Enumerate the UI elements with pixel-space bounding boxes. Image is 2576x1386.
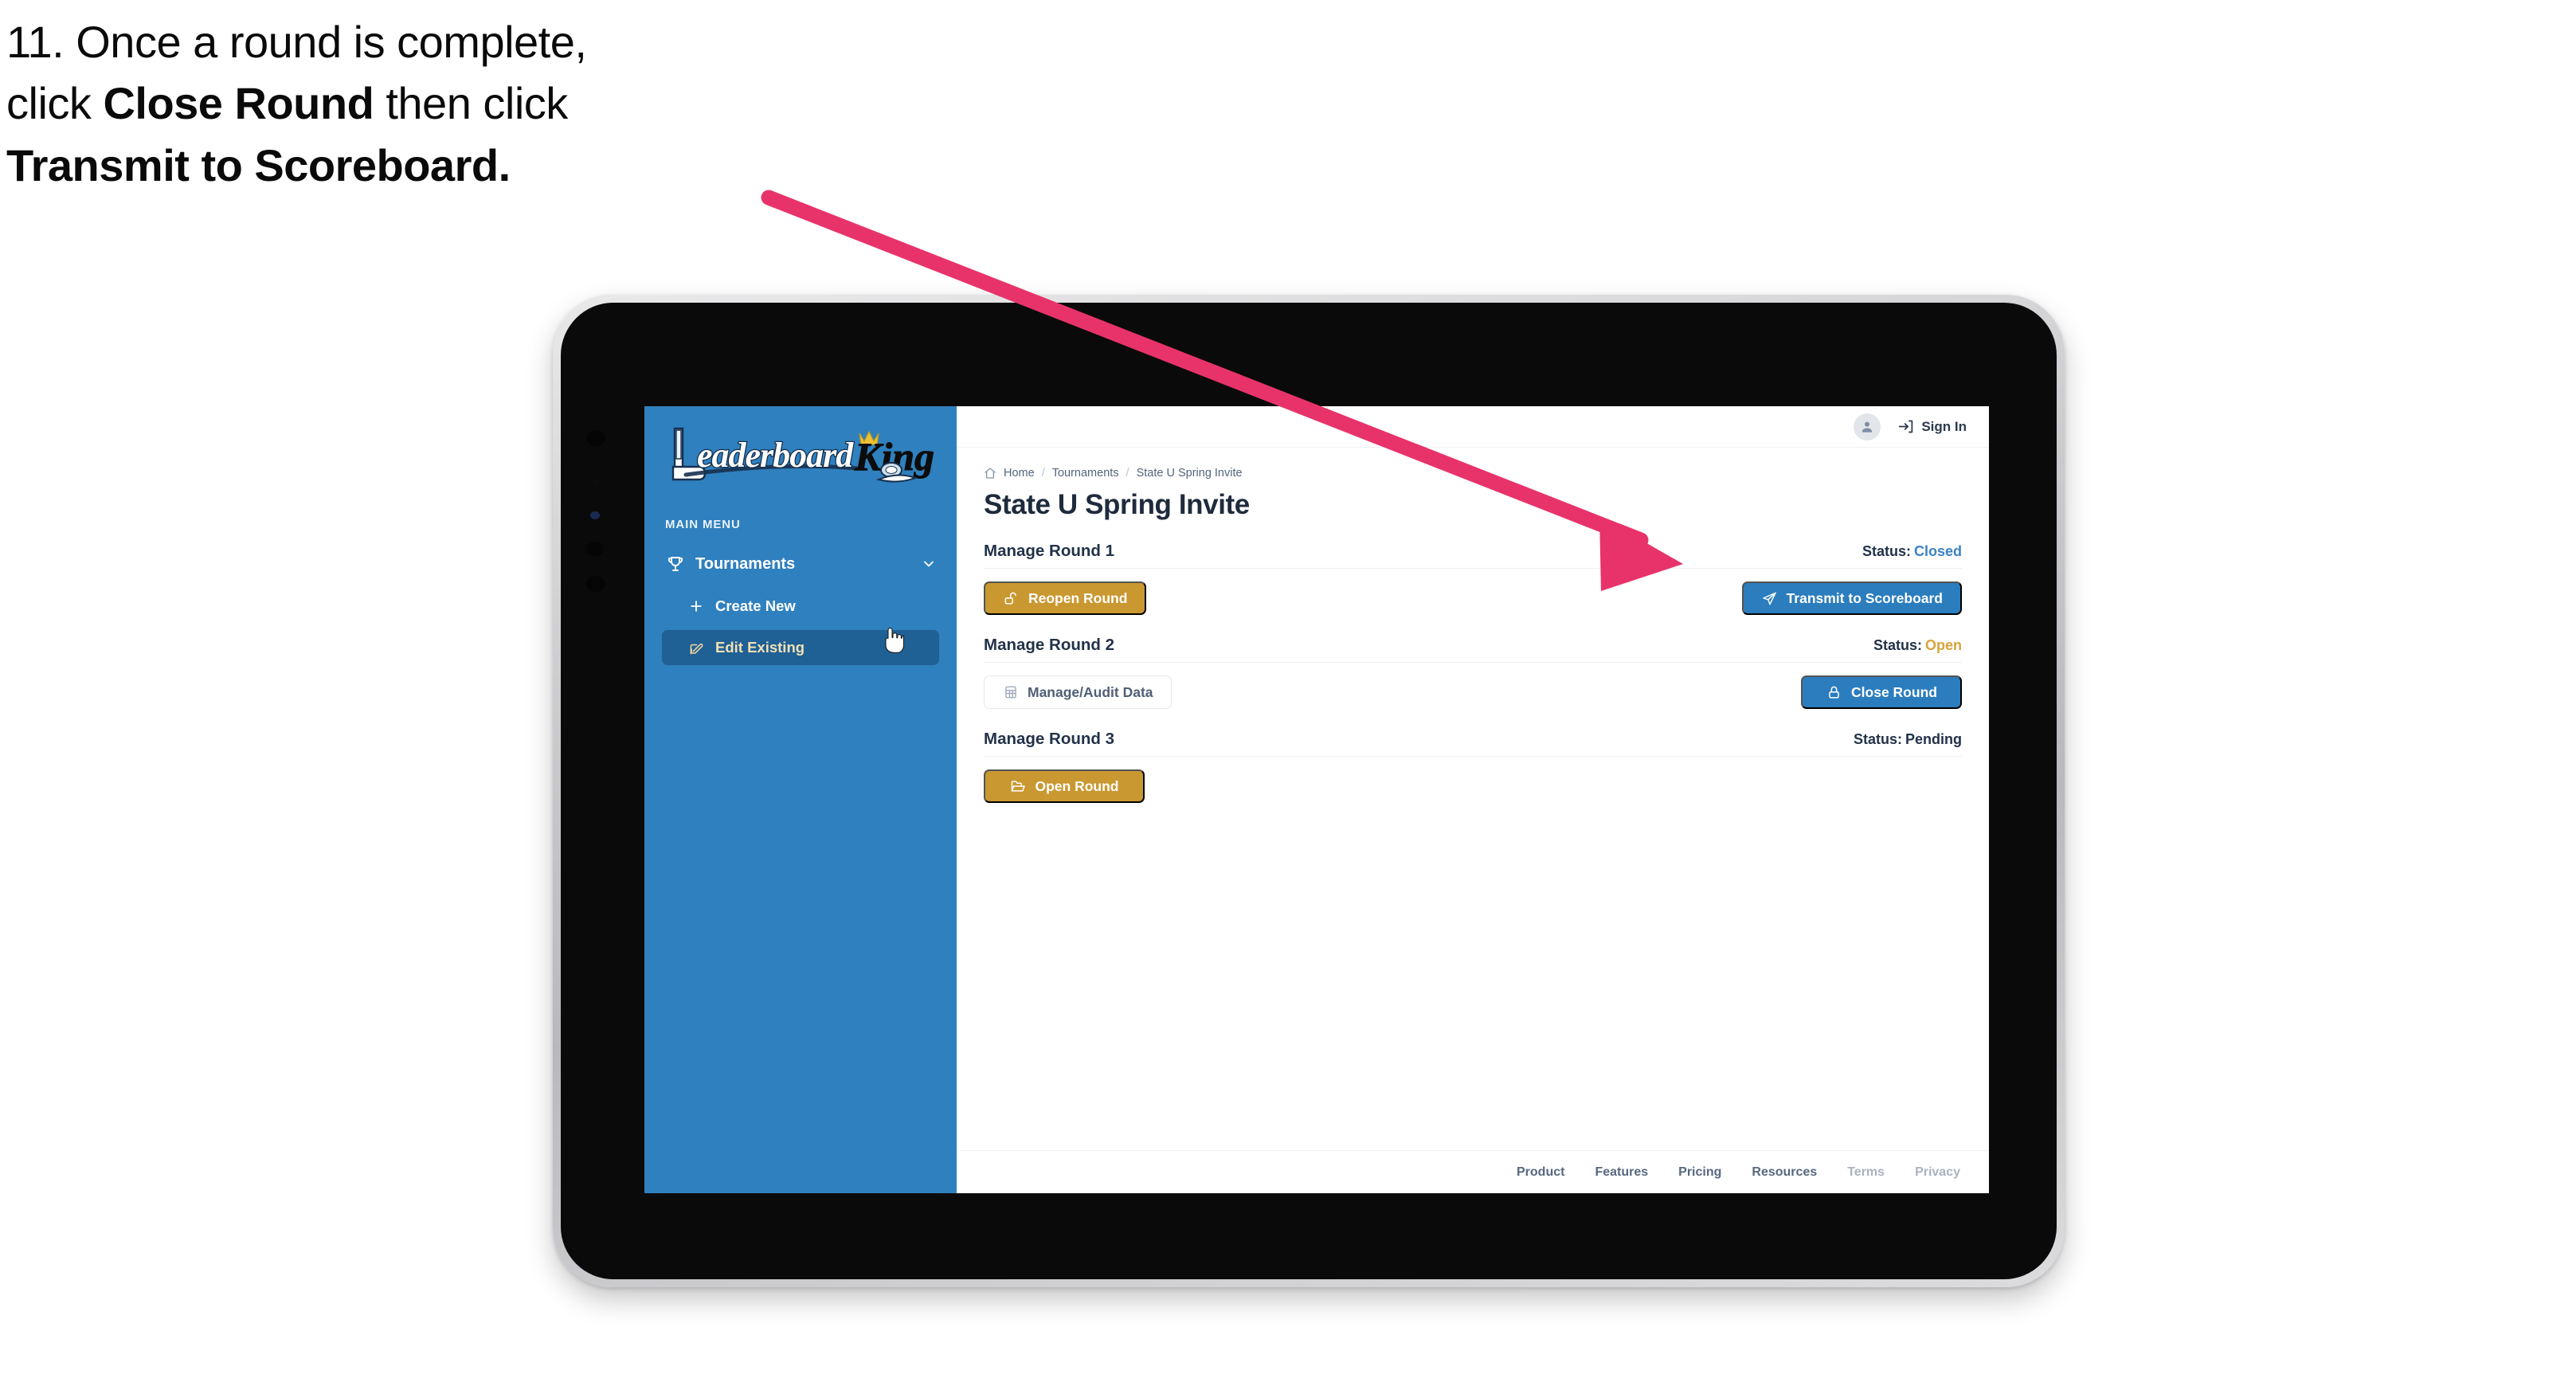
round-header: Manage Round 2 Status: Open	[984, 636, 1962, 663]
app-logo[interactable]: eaderboard King	[644, 406, 957, 507]
user-avatar-icon[interactable]	[1854, 413, 1881, 440]
button-label: Close Round	[1851, 683, 1937, 700]
instruction-caption: 11. Once a round is complete, click Clos…	[6, 11, 851, 196]
status-badge: Closed	[1913, 543, 1962, 559]
mouse-hand-cursor	[883, 627, 905, 653]
sidebar-item-label: Edit Existing	[715, 639, 805, 656]
caption-line-2: click Close Round then click	[6, 78, 568, 129]
round-status: Status: Open	[1873, 637, 1962, 654]
sidebar-item-create-new[interactable]: Create New	[662, 589, 939, 624]
footer-link-features[interactable]: Features	[1595, 1165, 1648, 1180]
sidebar-nav-group: Tournaments Create New Edit Existing	[644, 546, 957, 665]
open-round-button[interactable]: Open Round	[984, 769, 1145, 803]
transmit-to-scoreboard-button[interactable]: Transmit to Scoreboard	[1741, 581, 1962, 615]
round-status: Status: Closed	[1862, 543, 1962, 560]
status-label: Status:	[1853, 731, 1902, 747]
bezel-sensor-dot	[593, 480, 598, 485]
tablet-device-frame: eaderboard King MAIN MENU Tournaments Cr…	[553, 295, 2065, 1287]
status-label: Status:	[1873, 637, 1922, 653]
leaderboardking-logo-icon: eaderboard King	[659, 422, 936, 491]
footer-link-product[interactable]: Product	[1517, 1165, 1564, 1180]
button-label: Reopen Round	[1028, 589, 1128, 606]
bezel-sensor-dot	[586, 430, 605, 446]
bezel-sensor-dot	[586, 576, 605, 592]
unlock-icon	[1003, 590, 1020, 607]
page-title: State U Spring Invite	[984, 489, 1250, 520]
breadcrumb-item-home[interactable]: Home	[1004, 467, 1035, 480]
button-label: Manage/Audit Data	[1028, 683, 1153, 700]
bezel-sensor-dot	[586, 542, 604, 556]
caption-bold-transmit: Transmit to Scoreboard.	[6, 139, 511, 190]
sidebar-item-label: Create New	[715, 597, 796, 614]
breadcrumb-separator: /	[1041, 467, 1045, 480]
svg-text:eaderboard: eaderboard	[697, 436, 854, 475]
tablet-bezel: eaderboard King MAIN MENU Tournaments Cr…	[561, 303, 2057, 1279]
round-status: Status: Pending	[1854, 731, 1962, 748]
lock-icon	[1826, 684, 1842, 701]
status-label: Status:	[1862, 543, 1911, 559]
round-block-1: Manage Round 1 Status: Closed Reopen Rou…	[984, 542, 1962, 615]
sidebar-item-label: Tournaments	[695, 554, 796, 573]
close-round-button[interactable]: Close Round	[1801, 675, 1962, 709]
round-title: Manage Round 1	[984, 542, 1115, 560]
sidebar: eaderboard King MAIN MENU Tournaments Cr…	[644, 406, 957, 1193]
sign-in-label: Sign In	[1921, 418, 1967, 434]
status-badge: Open	[1924, 637, 1962, 653]
round-actions: Reopen Round Transmit to Scoreboard	[984, 581, 1962, 615]
breadcrumb-item-current: State U Spring Invite	[1136, 467, 1243, 480]
manage-audit-data-button[interactable]: Manage/Audit Data	[984, 675, 1172, 709]
round-title: Manage Round 2	[984, 636, 1115, 654]
footer-link-pricing[interactable]: Pricing	[1678, 1165, 1721, 1180]
top-bar: Sign In	[957, 406, 1989, 448]
trophy-icon	[665, 554, 686, 574]
footer-link-resources[interactable]: Resources	[1752, 1165, 1817, 1180]
bezel-camera-icon	[590, 511, 600, 519]
home-icon[interactable]	[984, 467, 996, 480]
breadcrumb: Home / Tournaments / State U Spring Invi…	[984, 467, 1962, 480]
round-header: Manage Round 3 Status: Pending	[984, 730, 1962, 757]
round-title: Manage Round 3	[984, 730, 1115, 748]
plus-icon	[687, 597, 705, 615]
button-label: Transmit to Scoreboard	[1786, 589, 1943, 606]
chevron-down-icon[interactable]	[920, 555, 938, 573]
sign-in-arrow-icon	[1897, 418, 1914, 436]
breadcrumb-item-tournaments[interactable]: Tournaments	[1052, 467, 1119, 480]
round-block-2: Manage Round 2 Status: Open Manage/Audit…	[984, 636, 1962, 709]
round-actions: Open Round	[984, 769, 1962, 803]
paper-plane-icon	[1761, 590, 1778, 607]
sign-in-button[interactable]: Sign In	[1897, 418, 1967, 436]
round-actions: Manage/Audit Data Close Round	[984, 675, 1962, 709]
sidebar-section-label: MAIN MENU	[665, 518, 741, 531]
content-area: Home / Tournaments / State U Spring Invi…	[957, 448, 1989, 1150]
footer-link-terms[interactable]: Terms	[1847, 1165, 1885, 1180]
round-block-3: Manage Round 3 Status: Pending Open Roun…	[984, 730, 1962, 803]
open-folder-icon	[1010, 778, 1027, 795]
pencil-edit-icon	[687, 639, 705, 656]
sidebar-item-tournaments[interactable]: Tournaments	[644, 546, 957, 582]
round-header: Manage Round 1 Status: Closed	[984, 542, 1962, 569]
caption-line-1: 11. Once a round is complete,	[6, 17, 587, 67]
footer-link-privacy[interactable]: Privacy	[1915, 1165, 1960, 1180]
reopen-round-button[interactable]: Reopen Round	[984, 581, 1147, 615]
table-grid-icon	[1002, 684, 1019, 701]
button-label: Open Round	[1035, 777, 1119, 794]
breadcrumb-separator: /	[1126, 467, 1129, 480]
status-badge: Pending	[1905, 731, 1962, 747]
app-screen: eaderboard King MAIN MENU Tournaments Cr…	[644, 406, 1989, 1193]
caption-bold-close-round: Close Round	[103, 78, 374, 129]
caption-line-3: Transmit to Scoreboard.	[6, 135, 851, 196]
main-panel: Sign In Home / Tournaments / State U Spr…	[957, 406, 1989, 1193]
footer-nav: Product Features Pricing Resources Terms…	[957, 1150, 1989, 1193]
